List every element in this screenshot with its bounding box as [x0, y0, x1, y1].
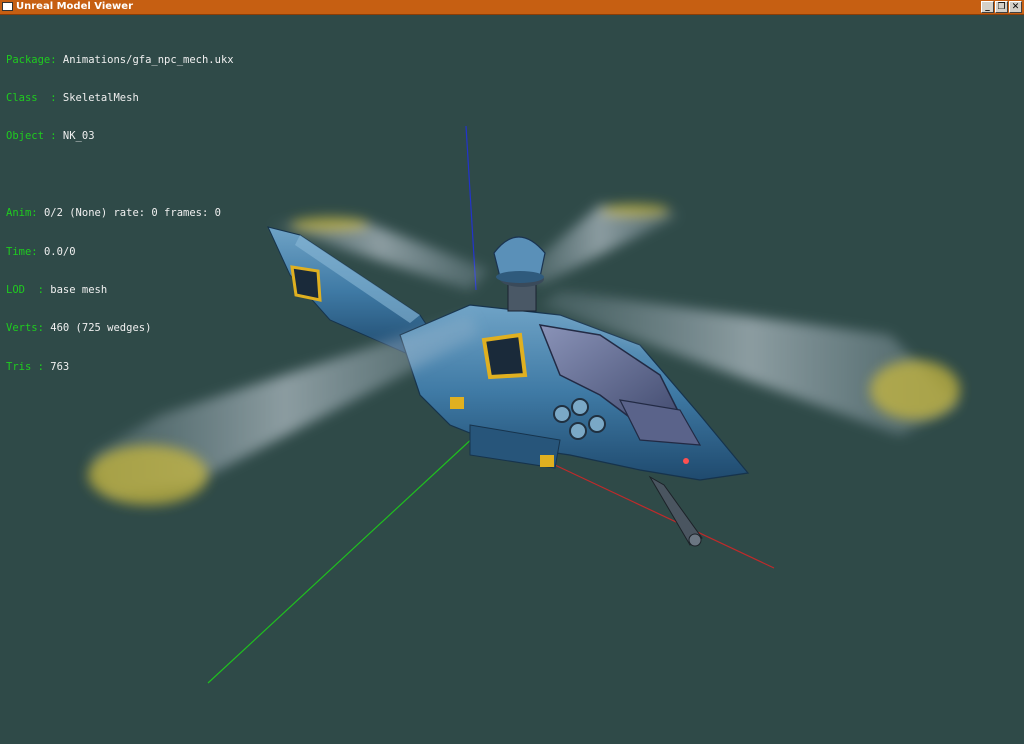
info-object-row: Object : NK_03	[6, 130, 234, 143]
info-label: Time:	[6, 245, 38, 258]
info-value: 0/2 (None) rate: 0 frames: 0	[43, 207, 221, 220]
info-label: Package:	[6, 53, 57, 66]
info-label: Object :	[6, 130, 57, 143]
info-label: LOD :	[6, 283, 44, 296]
minimize-button[interactable]: _	[981, 1, 994, 13]
info-value: Animations/gfa_npc_mech.ukx	[62, 53, 234, 66]
info-anim-row: Anim: 0/2 (None) rate: 0 frames: 0	[6, 207, 234, 220]
rotor-hub	[493, 236, 546, 312]
model-info-overlay: Package: Animations/gfa_npc_mech.ukx Cla…	[6, 28, 234, 399]
info-label: Tris :	[6, 360, 44, 373]
info-package-row: Package: Animations/gfa_npc_mech.ukx	[6, 54, 234, 67]
window-titlebar[interactable]: Unreal Model Viewer _ ❐ ✕	[0, 0, 1024, 15]
y-axis-line	[207, 434, 477, 684]
window-title: Unreal Model Viewer	[16, 1, 134, 12]
info-label: Class :	[6, 91, 57, 104]
info-value: 0.0/0	[43, 245, 76, 258]
info-verts-row: Verts: 460 (725 wedges)	[6, 322, 234, 335]
info-tris-row: Tris : 763	[6, 361, 234, 374]
info-value: 763	[50, 360, 70, 373]
info-class-row: Class : SkeletalMesh	[6, 92, 234, 105]
close-button[interactable]: ✕	[1009, 1, 1022, 13]
info-value: base mesh	[50, 283, 108, 296]
info-time-row: Time: 0.0/0	[6, 246, 234, 259]
app-window-icon[interactable]	[2, 2, 13, 11]
info-label: Anim:	[6, 207, 38, 220]
info-label: Verts:	[6, 322, 44, 335]
info-lod-row: LOD : base mesh	[6, 284, 234, 297]
info-value: SkeletalMesh	[62, 91, 139, 104]
info-value: 460 (725 wedges)	[50, 322, 152, 335]
info-value: NK_03	[62, 130, 95, 143]
restore-button[interactable]: ❐	[995, 1, 1008, 13]
3d-viewport[interactable]: Package: Animations/gfa_npc_mech.ukx Cla…	[0, 15, 1024, 744]
